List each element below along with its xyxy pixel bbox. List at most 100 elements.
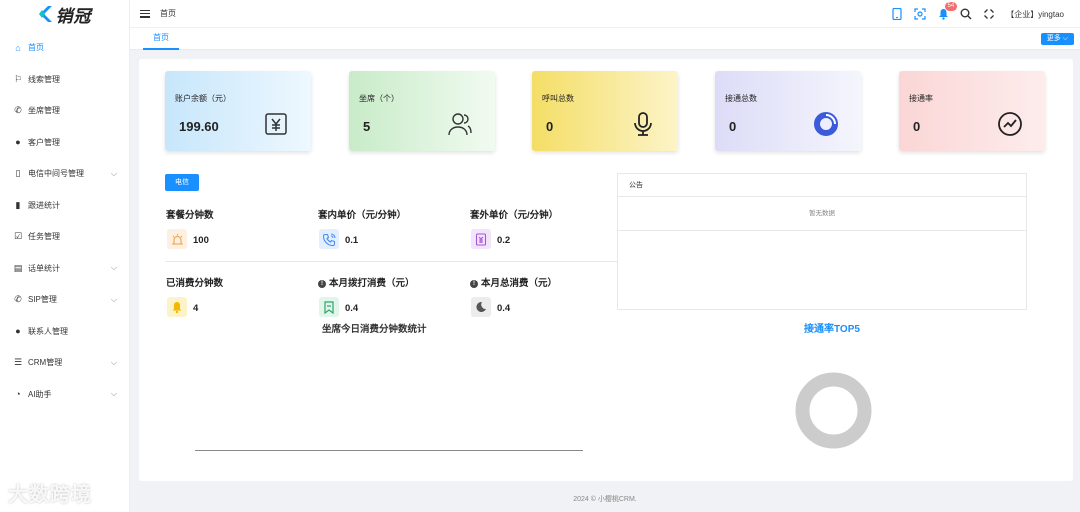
home-icon: ⌂ bbox=[15, 42, 21, 53]
stat-label: 呼叫总数 bbox=[542, 94, 574, 103]
sidebar-item[interactable]: ☰ CRM管理 ⌵ bbox=[0, 347, 129, 379]
notice-title: 公告 bbox=[618, 174, 1026, 197]
chevron-down-icon[interactable]: ⌵ bbox=[111, 389, 117, 399]
logo-text: 销冠 bbox=[55, 6, 92, 26]
metric-title: 套外单价（元/分钟） bbox=[470, 210, 559, 221]
info-icon: ! bbox=[470, 280, 478, 288]
metric-value: 0.1 bbox=[345, 235, 359, 246]
sidebar-item[interactable]: ▮ 跟进统计 bbox=[0, 190, 129, 222]
more-button[interactable]: 更多 ⌵ bbox=[1040, 33, 1074, 45]
chevron-down-icon[interactable]: ⌵ bbox=[111, 295, 117, 305]
top-header: 首页 54 【企业】yingtao bbox=[130, 0, 1080, 28]
stat-label: 接通率 bbox=[909, 94, 933, 103]
stat-value: 0 bbox=[546, 119, 554, 134]
receipt-icon bbox=[471, 229, 491, 249]
sidebar-item[interactable]: ✆ 坐席管理 bbox=[0, 95, 129, 127]
people-icon bbox=[448, 113, 472, 136]
sidebar-item-label: 首页 bbox=[28, 43, 44, 53]
more-button-label: 更多 bbox=[1046, 35, 1061, 42]
app-logo[interactable]: 销冠 bbox=[0, 0, 129, 28]
chart-title: 坐席今日消费分钟数统计 bbox=[322, 324, 427, 335]
notification-badge: 54 bbox=[944, 2, 958, 11]
sidebar-item-label: 线索管理 bbox=[28, 74, 60, 84]
section-divider bbox=[165, 261, 617, 262]
stat-label: 账户余额（元） bbox=[175, 94, 231, 103]
stat-value: 0 bbox=[729, 119, 737, 134]
user-menu[interactable]: 【企业】yingtao bbox=[1006, 9, 1064, 20]
metric-title: 套内单价（元/分钟） bbox=[318, 210, 407, 221]
sip-phone-icon: ✆ bbox=[14, 294, 22, 305]
sidebar-item-label: 任务管理 bbox=[28, 232, 60, 242]
telecom-button[interactable]: 电信 bbox=[165, 174, 199, 191]
bookmark-icon bbox=[319, 297, 339, 317]
document-icon: ▤ bbox=[13, 262, 23, 273]
ai-icon: ◔ bbox=[15, 389, 21, 400]
info-icon: ! bbox=[318, 280, 326, 288]
breadcrumb[interactable]: 首页 bbox=[160, 8, 176, 19]
bar-chart-icon: ▮ bbox=[15, 199, 21, 210]
sidebar-nav: ⌂ 首页 ⚐ 线索管理 ✆ 坐席管理 ● 客户管理 ▯ 电信中间号管理 ⌵ ▮ 跟进统计 ☑ 任务管理 ▤ 话单… bbox=[0, 32, 129, 410]
stat-card-balance: 账户余额（元） 199.60 bbox=[165, 71, 311, 151]
scan-icon[interactable] bbox=[914, 8, 926, 20]
metric-title-text: 本月拨打消费（元） bbox=[329, 278, 415, 289]
metric-value: 0.4 bbox=[497, 303, 511, 314]
flag-icon: ⚐ bbox=[13, 73, 23, 84]
sidebar-item[interactable]: ◔ AI助手 ⌵ bbox=[0, 379, 129, 411]
stat-value: 199.60 bbox=[179, 119, 219, 134]
footer: 2024 © 小樱桃CRM. bbox=[573, 496, 637, 503]
menu-toggle-icon[interactable] bbox=[140, 9, 150, 18]
pie-icon bbox=[814, 112, 838, 136]
notice-empty-text: 暂无数据 bbox=[618, 197, 1026, 231]
top5-donut-chart bbox=[795, 372, 872, 449]
user-icon: ● bbox=[15, 137, 21, 148]
sidebar-item[interactable]: ✆ SIP管理 ⌵ bbox=[0, 284, 129, 316]
bell-filled-icon bbox=[167, 297, 187, 317]
sidebar-item-label: 跟进统计 bbox=[28, 200, 60, 210]
sidebar-item[interactable]: ⚐ 线索管理 bbox=[0, 64, 129, 96]
bell-icon[interactable]: 54 bbox=[937, 2, 958, 20]
sidebar-item[interactable]: ☑ 任务管理 bbox=[0, 221, 129, 253]
chevron-down-icon[interactable]: ⌵ bbox=[111, 263, 117, 273]
stat-card-seats: 坐席（个） 5 bbox=[349, 71, 495, 151]
sidebar-item[interactable]: ▯ 电信中间号管理 ⌵ bbox=[0, 158, 129, 190]
sidebar-item-label: 电信中间号管理 bbox=[28, 169, 84, 179]
stat-card-calls: 呼叫总数 0 bbox=[532, 71, 678, 151]
dashboard-panel: 账户余额（元） 199.60 坐席（个） 5 呼叫总数 0 接通总数 0 接通率… bbox=[139, 59, 1073, 481]
sidebar: 销冠 ⌂ 首页 ⚐ 线索管理 ✆ 坐席管理 ● 客户管理 ▯ 电信中间号管理 ⌵ ▮ 跟进统计 ☑ 任务管理… bbox=[0, 0, 130, 512]
metric-value: 0.2 bbox=[497, 235, 511, 246]
task-icon: ☑ bbox=[13, 231, 23, 242]
sidebar-item-label: 话单统计 bbox=[28, 263, 60, 273]
tab-home[interactable]: 首页 bbox=[143, 28, 179, 50]
yuan-icon bbox=[265, 113, 287, 135]
sidebar-item[interactable]: ● 联系人管理 bbox=[0, 316, 129, 348]
metric-title: ! 本月拨打消费（元） bbox=[318, 275, 415, 289]
top5-title: 接通率TOP5 bbox=[804, 324, 860, 335]
sidebar-item-label: AI助手 bbox=[28, 389, 52, 399]
stat-card-rate: 接通率 0 bbox=[899, 71, 1045, 151]
fullscreen-icon[interactable] bbox=[983, 8, 995, 20]
search-icon[interactable] bbox=[960, 8, 972, 20]
sidebar-item[interactable]: ● 客户管理 bbox=[0, 127, 129, 159]
alarm-icon bbox=[167, 229, 187, 249]
stat-value: 5 bbox=[363, 119, 371, 134]
sidebar-item[interactable]: ⌂ 首页 bbox=[0, 32, 129, 64]
stat-value: 0 bbox=[913, 119, 921, 134]
sidebar-item-label: SIP管理 bbox=[28, 295, 57, 305]
sidebar-item[interactable]: ▤ 话单统计 ⌵ bbox=[0, 253, 129, 285]
metric-value: 0.4 bbox=[345, 303, 359, 314]
phone-call-icon bbox=[319, 229, 339, 249]
moon-icon bbox=[471, 297, 491, 317]
sidebar-item-label: CRM管理 bbox=[28, 358, 63, 368]
logo-mark-icon bbox=[38, 6, 52, 22]
chevron-down-icon[interactable]: ⌵ bbox=[111, 358, 117, 368]
tab-bar: 首页 更多 ⌵ bbox=[130, 28, 1080, 50]
chevron-down-icon[interactable]: ⌵ bbox=[111, 169, 117, 179]
sidebar-item-label: 联系人管理 bbox=[28, 326, 68, 336]
tablet-icon[interactable] bbox=[891, 8, 903, 20]
microphone-icon bbox=[634, 112, 652, 136]
sliders-icon: ☰ bbox=[13, 357, 23, 368]
metric-title: 已消费分钟数 bbox=[166, 278, 224, 289]
metric-title-text: 本月总消费（元） bbox=[481, 278, 558, 289]
watermark: 大数跨境 bbox=[8, 484, 92, 506]
contact-icon: ● bbox=[15, 326, 21, 337]
